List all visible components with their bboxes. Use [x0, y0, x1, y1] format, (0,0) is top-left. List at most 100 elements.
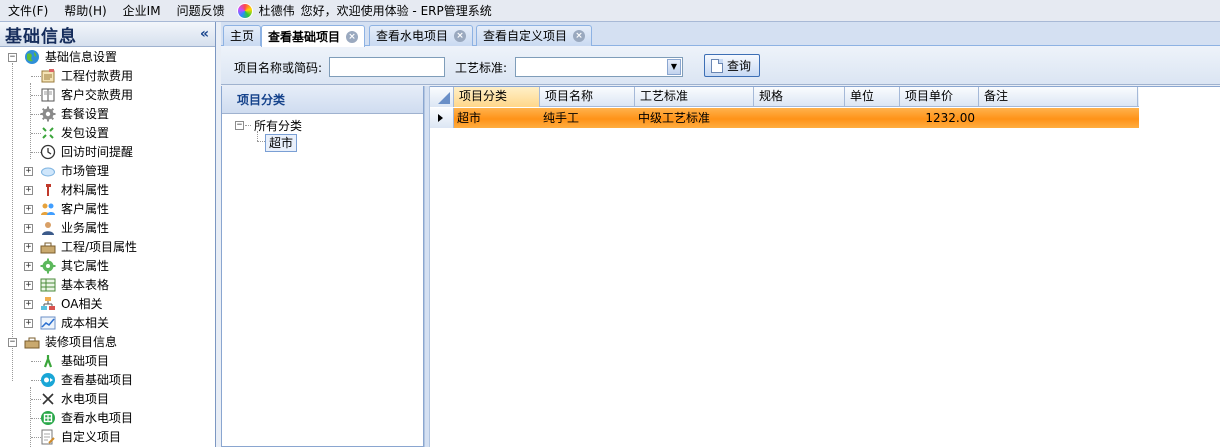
cell-remark[interactable] [979, 108, 1138, 128]
tab-label: 查看自定义项目 [483, 29, 568, 43]
query-button[interactable]: 查询 [704, 54, 761, 77]
tab-home[interactable]: 主页 [223, 25, 262, 46]
toolbox-icon [24, 334, 40, 350]
table-row[interactable]: 超市 纯手工 中级工艺标准 1232.00 [430, 108, 1139, 128]
col-header-spec[interactable]: 规格 [754, 87, 845, 107]
tree-expander-icon[interactable]: + [24, 281, 33, 290]
tree-group-basic-settings[interactable]: − 基础信息设置 [0, 48, 215, 67]
col-header-remark[interactable]: 备注 [979, 87, 1138, 107]
tree-item-label: 工程/项目属性 [61, 240, 138, 254]
tree-expander-icon[interactable]: + [24, 243, 33, 252]
tree-expander-icon[interactable]: + [24, 224, 33, 233]
tree-expander-icon[interactable]: + [24, 186, 33, 195]
tree-item-label: 回访时间提醒 [61, 145, 134, 159]
tree-expander-icon[interactable]: + [24, 319, 33, 328]
category-panel-title: 项目分类 [222, 86, 423, 114]
project-name-input[interactable] [329, 57, 445, 77]
col-header-unit[interactable]: 单位 [845, 87, 900, 107]
category-root[interactable]: 所有分类 [254, 117, 302, 134]
col-header-name[interactable]: 项目名称 [540, 87, 635, 107]
row-indicator-icon [430, 108, 454, 128]
craft-standard-select[interactable]: ▼ [515, 57, 683, 77]
tree-item-custom-project[interactable]: 自定义项目 [0, 428, 215, 447]
cell-spec[interactable] [754, 108, 845, 128]
tree-item-utility-project[interactable]: 水电项目 [0, 390, 215, 409]
book-icon [40, 87, 56, 103]
welcome-text: 您好，欢迎使用体验 - ERP管理系统 [300, 4, 492, 18]
close-icon[interactable]: × [573, 30, 586, 42]
tree-connector [245, 125, 251, 126]
craft-standard-label: 工艺标准: [455, 61, 508, 75]
category-panel: 项目分类 − 所有分类 超市 [221, 86, 424, 447]
tree-expander-icon[interactable]: − [235, 121, 244, 130]
tree-item-label: 工程付款费用 [61, 69, 134, 83]
tree-expander-icon[interactable]: − [8, 338, 17, 347]
left-nav-panel: 基础信息 « − 基础信息设置 工程付款费用 客户交款费用 套餐设置 发包设置 … [0, 22, 216, 447]
tree-expander-icon[interactable]: − [8, 53, 17, 62]
left-panel-title: 基础信息 [5, 26, 77, 47]
close-icon[interactable]: × [454, 30, 467, 42]
tree-item-label: 自定义项目 [61, 430, 122, 444]
menu-help[interactable]: 帮助(H) [56, 0, 114, 22]
tree-guide-line [257, 131, 258, 141]
tree-subgroup-basic-table[interactable]: + 基本表格 [0, 276, 215, 295]
tree-item-project-payment[interactable]: 工程付款费用 [0, 67, 215, 86]
table-icon [40, 277, 56, 293]
tree-subgroup-project-attr[interactable]: + 工程/项目属性 [0, 238, 215, 257]
cell-standard[interactable]: 中级工艺标准 [635, 108, 754, 128]
menu-feedback[interactable]: 问题反馈 [169, 0, 233, 22]
expand-arrows-icon [40, 125, 56, 141]
tree-item-view-basic-project[interactable]: 查看基础项目 [0, 371, 215, 390]
view-icon [40, 372, 56, 388]
tree-item-label: 其它属性 [61, 259, 110, 273]
menubar: 文件(F) 帮助(H) 企业IM 问题反馈 杜德伟 您好，欢迎使用体验 - ER… [0, 0, 1220, 22]
col-header-price[interactable]: 项目单价 [900, 87, 979, 107]
collapse-panel-icon[interactable]: « [200, 26, 209, 42]
tree-item-label: 套餐设置 [61, 107, 110, 121]
tab-view-basic-project[interactable]: 查看基础项目 × [261, 25, 366, 47]
tab-strip: 主页 查看基础项目 × 查看水电项目 × 查看自定义项目 × [221, 22, 1220, 47]
tree-subgroup-cost[interactable]: + 成本相关 [0, 314, 215, 333]
tree-expander-icon[interactable]: + [24, 262, 33, 271]
tree-subgroup-market[interactable]: + 市场管理 [0, 162, 215, 181]
tree-expander-icon[interactable]: + [24, 300, 33, 309]
tree-group-decoration-project[interactable]: − 装修项目信息 [0, 333, 215, 352]
tab-view-utility-project[interactable]: 查看水电项目 × [369, 25, 474, 46]
col-header-category[interactable]: 项目分类 [454, 87, 540, 107]
tree-expander-icon[interactable]: + [24, 167, 33, 176]
tree-item-label: 基础项目 [61, 354, 110, 368]
menu-enterprise-im[interactable]: 企业IM [115, 0, 169, 22]
tab-label: 查看基础项目 [268, 29, 341, 44]
green-gear-icon [40, 258, 56, 274]
category-item-supermarket[interactable]: 超市 [265, 134, 298, 152]
tree-subgroup-business[interactable]: + 业务属性 [0, 219, 215, 238]
tree-item-view-utility-project[interactable]: 查看水电项目 [0, 409, 215, 428]
tree-subgroup-customer[interactable]: + 客户属性 [0, 200, 215, 219]
project-grid: 项目分类 项目名称 工艺标准 规格 单位 项目单价 备注 超市 纯手工 中级工艺… [430, 86, 1220, 447]
tree-item-followup-reminder[interactable]: 回访时间提醒 [0, 143, 215, 162]
tree-item-package-settings[interactable]: 套餐设置 [0, 105, 215, 124]
tree-subgroup-oa[interactable]: + OA相关 [0, 295, 215, 314]
tree-subgroup-other[interactable]: + 其它属性 [0, 257, 215, 276]
tree-item-basic-project[interactable]: 基础项目 [0, 352, 215, 371]
left-panel-header: 基础信息 « [0, 22, 215, 47]
tree-expander-icon[interactable]: + [24, 205, 33, 214]
tree-item-customer-payment[interactable]: 客户交款费用 [0, 86, 215, 105]
clipboard-icon [40, 68, 56, 84]
cell-price[interactable]: 1232.00 [900, 108, 979, 128]
select-all-corner[interactable] [430, 87, 454, 107]
cell-name[interactable]: 纯手工 [540, 108, 635, 128]
tag-icon [40, 182, 56, 198]
tree-item-outsourcing-settings[interactable]: 发包设置 [0, 124, 215, 143]
menu-file[interactable]: 文件(F) [0, 0, 56, 22]
tree-item-label: 材料属性 [61, 183, 110, 197]
tree-subgroup-material[interactable]: + 材料属性 [0, 181, 215, 200]
cell-unit[interactable] [845, 108, 900, 128]
cloud-icon [40, 163, 56, 179]
dropdown-arrow-icon[interactable]: ▼ [667, 59, 681, 75]
tab-view-custom-project[interactable]: 查看自定义项目 × [476, 25, 593, 46]
close-icon[interactable]: × [346, 30, 359, 43]
col-header-standard[interactable]: 工艺标准 [635, 87, 754, 107]
tab-label: 查看水电项目 [376, 29, 449, 43]
cell-category[interactable]: 超市 [454, 108, 540, 128]
